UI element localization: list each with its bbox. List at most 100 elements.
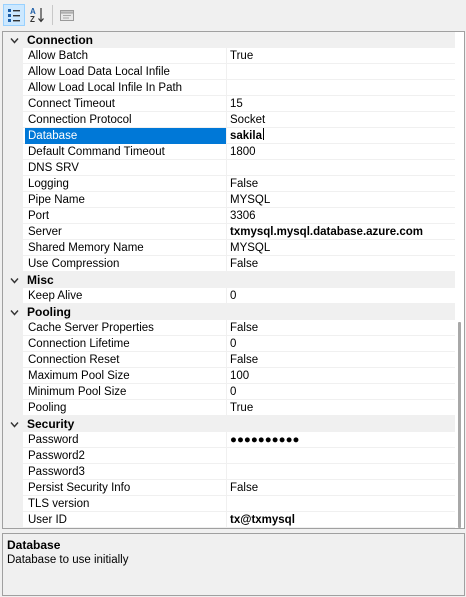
chevron-down-icon[interactable] [7, 304, 21, 320]
property-row-keep-alive[interactable]: Keep Alive 0 [3, 288, 455, 304]
category-pooling[interactable]: Pooling [3, 304, 455, 320]
property-name[interactable]: Connect Timeout [25, 96, 226, 112]
property-value[interactable]: False [230, 176, 454, 192]
property-row-pooling[interactable]: Pooling True [3, 400, 455, 416]
property-row-cache-server-properties[interactable]: Cache Server Properties False [3, 320, 455, 336]
property-value[interactable] [230, 80, 454, 96]
property-row-logging[interactable]: Logging False [3, 176, 455, 192]
text-caret [262, 128, 264, 140]
property-row-pipe-name[interactable]: Pipe Name MYSQL [3, 192, 455, 208]
property-row-default-command-timeout[interactable]: Default Command Timeout 1800 [3, 144, 455, 160]
property-value[interactable]: ●●●●●●●●●● [230, 432, 454, 448]
property-row-allow-load-local-infile-in-path[interactable]: Allow Load Local Infile In Path [3, 80, 455, 96]
property-value-text: 15 [230, 98, 243, 110]
property-name[interactable]: Logging [25, 176, 226, 192]
property-value-text: Socket [230, 114, 266, 126]
property-value[interactable]: Socket [230, 112, 454, 128]
property-value[interactable] [230, 448, 454, 464]
property-name[interactable]: Connection Protocol [25, 112, 226, 128]
property-name[interactable]: Pooling [25, 400, 226, 416]
property-name[interactable]: Password2 [25, 448, 226, 464]
property-value[interactable]: True [230, 48, 454, 64]
property-row-connection-reset[interactable]: Connection Reset False [3, 352, 455, 368]
property-value[interactable]: 1800 [230, 144, 454, 160]
property-name[interactable]: Maximum Pool Size [25, 368, 226, 384]
category-security[interactable]: Security [3, 416, 455, 432]
category-connection[interactable]: Connection [3, 32, 455, 48]
property-value[interactable]: False [230, 320, 454, 336]
property-name[interactable]: Allow Load Data Local Infile [25, 64, 226, 80]
property-row-use-compression[interactable]: Use Compression False [3, 256, 455, 272]
property-value[interactable]: 100 [230, 368, 454, 384]
property-value-text: False [230, 258, 259, 270]
property-name[interactable]: Allow Load Local Infile In Path [25, 80, 226, 96]
property-name[interactable]: Shared Memory Name [25, 240, 226, 256]
property-value[interactable]: 0 [230, 384, 454, 400]
property-name[interactable]: Port [25, 208, 226, 224]
column-divider [226, 224, 227, 240]
property-value[interactable] [230, 160, 454, 176]
property-value[interactable] [230, 464, 454, 480]
property-name[interactable]: Use Compression [25, 256, 226, 272]
property-value[interactable]: MYSQL [230, 192, 454, 208]
property-name[interactable]: Pipe Name [25, 192, 226, 208]
property-name[interactable]: Connection Lifetime [25, 336, 226, 352]
chevron-down-icon[interactable] [7, 32, 21, 48]
property-name[interactable]: Password3 [25, 464, 226, 480]
property-pages-button[interactable] [56, 4, 78, 26]
property-value[interactable]: MYSQL [230, 240, 454, 256]
property-name[interactable]: TLS version [25, 496, 226, 512]
property-value[interactable]: txmysql.mysql.database.azure.com [230, 224, 454, 240]
property-value-editor[interactable]: sakila [230, 128, 454, 144]
chevron-down-icon[interactable] [7, 416, 21, 432]
property-row-minimum-pool-size[interactable]: Minimum Pool Size 0 [3, 384, 455, 400]
property-row-connect-timeout[interactable]: Connect Timeout 15 [3, 96, 455, 112]
property-row-dns-srv[interactable]: DNS SRV [3, 160, 455, 176]
property-name[interactable]: Cache Server Properties [25, 320, 226, 336]
property-name[interactable]: Minimum Pool Size [25, 384, 226, 400]
property-row-user-id[interactable]: User ID tx@txmysql [3, 512, 455, 528]
property-row-database[interactable]: Database sakila [3, 128, 455, 144]
property-name[interactable]: Default Command Timeout [25, 144, 226, 160]
property-name[interactable]: Server [25, 224, 226, 240]
property-name[interactable]: Keep Alive [25, 288, 226, 304]
vertical-scrollbar[interactable] [455, 32, 464, 528]
property-row-tls-version[interactable]: TLS version [3, 496, 455, 512]
property-row-password[interactable]: Password ●●●●●●●●●● [3, 432, 455, 448]
property-row-password2[interactable]: Password2 [3, 448, 455, 464]
property-value[interactable]: False [230, 480, 454, 496]
property-value[interactable]: False [230, 352, 454, 368]
property-name[interactable]: Allow Batch [25, 48, 226, 64]
property-name[interactable]: Database [25, 128, 226, 144]
property-row-port[interactable]: Port 3306 [3, 208, 455, 224]
property-row-connection-lifetime[interactable]: Connection Lifetime 0 [3, 336, 455, 352]
property-name[interactable]: User ID [25, 512, 226, 528]
property-value[interactable]: 0 [230, 336, 454, 352]
property-row-password3[interactable]: Password3 [3, 464, 455, 480]
property-row-server[interactable]: Server txmysql.mysql.database.azure.com [3, 224, 455, 240]
property-row-persist-security-info[interactable]: Persist Security Info False [3, 480, 455, 496]
categorized-view-button[interactable] [3, 4, 25, 26]
property-value[interactable] [230, 64, 454, 80]
property-row-maximum-pool-size[interactable]: Maximum Pool Size 100 [3, 368, 455, 384]
property-value[interactable] [230, 496, 454, 512]
property-name[interactable]: Password [25, 432, 226, 448]
alphabetical-view-button[interactable]: A Z [26, 4, 48, 26]
property-name[interactable]: Connection Reset [25, 352, 226, 368]
property-value[interactable]: False [230, 256, 454, 272]
property-name[interactable]: DNS SRV [25, 160, 226, 176]
property-value[interactable]: tx@txmysql [230, 512, 454, 528]
property-row-allow-batch[interactable]: Allow Batch True [3, 48, 455, 64]
property-row-connection-protocol[interactable]: Connection Protocol Socket [3, 112, 455, 128]
property-value[interactable]: 15 [230, 96, 454, 112]
property-name[interactable]: Persist Security Info [25, 480, 226, 496]
property-value[interactable]: True [230, 400, 454, 416]
property-row-allow-load-data-local-infile[interactable]: Allow Load Data Local Infile [3, 64, 455, 80]
property-grid[interactable]: Connection Allow Batch True Allow Load Data… [2, 31, 465, 529]
property-value[interactable]: 0 [230, 288, 454, 304]
property-row-shared-memory-name[interactable]: Shared Memory Name MYSQL [3, 240, 455, 256]
scrollbar-thumb[interactable] [458, 322, 461, 528]
category-misc[interactable]: Misc [3, 272, 455, 288]
property-value[interactable]: 3306 [230, 208, 454, 224]
chevron-down-icon[interactable] [7, 272, 21, 288]
